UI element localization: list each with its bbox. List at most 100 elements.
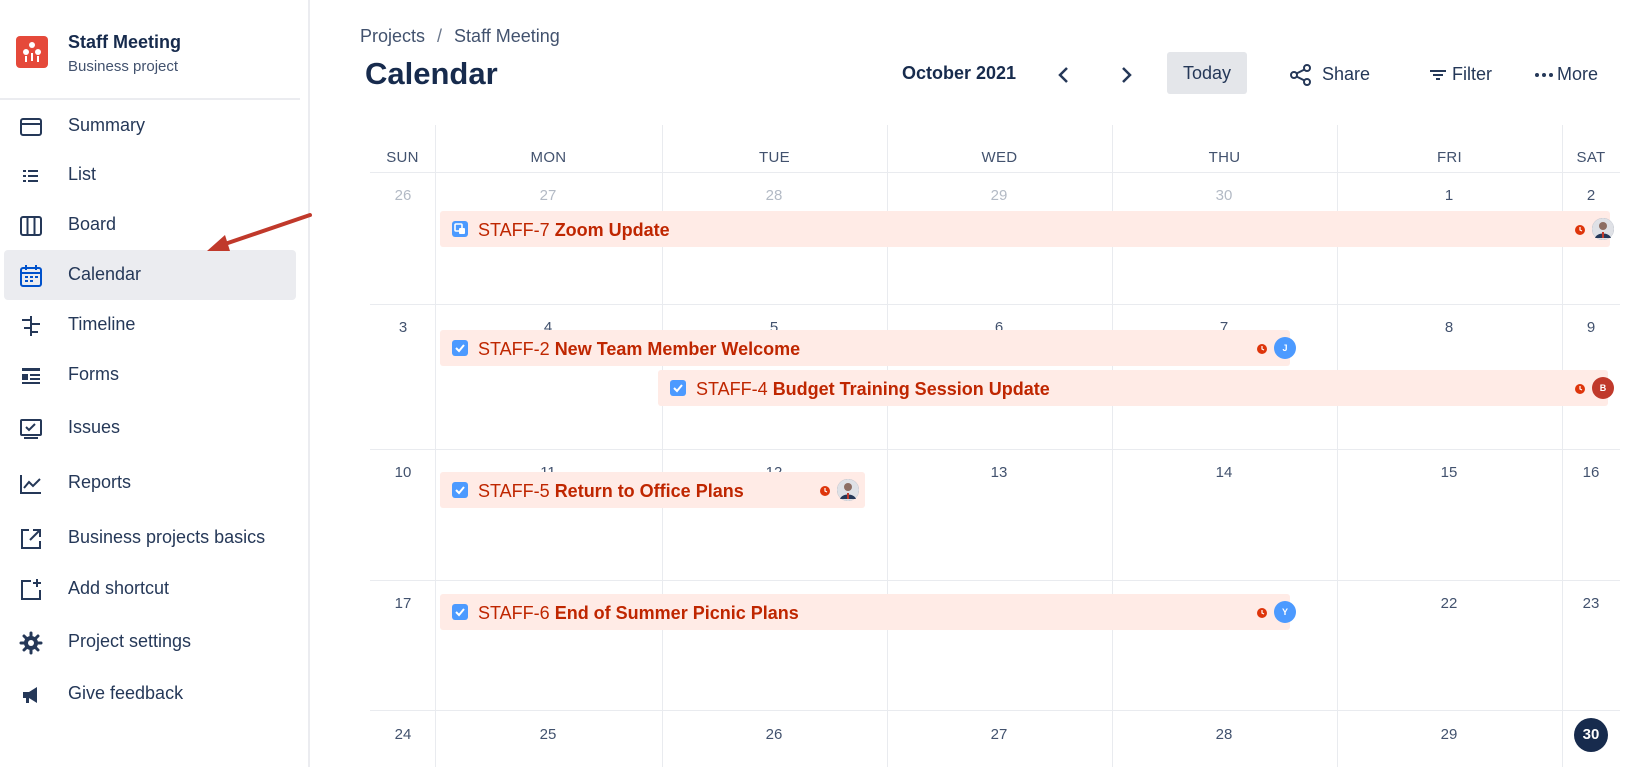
sidebar-item-label: Forms (68, 364, 119, 384)
breadcrumb-projects-link[interactable]: Projects (360, 26, 425, 46)
event-bar[interactable]: STAFF-7 Zoom Update (440, 211, 1614, 247)
sidebar-item-label: Board (68, 214, 117, 234)
sidebar-item-label: Issues (68, 417, 121, 437)
day-cell[interactable]: 28 (754, 187, 794, 204)
weekday-header: FRI (1436, 149, 1463, 166)
more-button[interactable]: More (1533, 58, 1613, 92)
day-cell[interactable]: 23 (1571, 595, 1611, 612)
sidebar-item-issues[interactable]: Issues (4, 403, 296, 453)
timeline-icon (22, 316, 40, 336)
project-avatar-icon (16, 36, 48, 68)
user-photo-icon (1592, 218, 1614, 240)
megaphone-icon (23, 687, 37, 703)
day-cell[interactable]: 29 (1429, 726, 1469, 743)
sidebar-item-list[interactable]: List (4, 150, 296, 200)
calendar-grid: SUN MON TUE WED THU FRI SAT 26 27 28 29 … (370, 125, 1620, 767)
breadcrumb-separator: / (437, 26, 443, 46)
clock-icon (820, 486, 830, 496)
day-cell[interactable]: 15 (1429, 464, 1469, 481)
filter-button[interactable]: Filter (1428, 58, 1508, 92)
board-icon (20, 216, 42, 236)
day-cell[interactable]: 29 (979, 187, 1019, 204)
event-title: Zoom Update (554, 220, 670, 240)
day-cell[interactable]: 27 (979, 726, 1019, 743)
today-button[interactable]: Today (1167, 52, 1247, 94)
weekday-header: WED (981, 149, 1018, 166)
sidebar-item-timeline[interactable]: Timeline (4, 300, 296, 350)
sidebar-item-label: Project settings (68, 631, 192, 651)
event-title: Budget Training Session Update (772, 379, 1050, 399)
day-cell[interactable]: 10 (383, 464, 423, 481)
day-cell[interactable]: 26 (754, 726, 794, 743)
sidebar-item-give-feedback[interactable]: Give feedback (4, 669, 296, 719)
page-title: Calendar (365, 56, 498, 91)
sidebar-item-label: Give feedback (68, 683, 184, 703)
sidebar-item-add-shortcut[interactable]: Add shortcut (4, 564, 296, 614)
breadcrumb-current-link[interactable]: Staff Meeting (454, 26, 560, 46)
next-month-button[interactable] (1108, 58, 1144, 92)
avatar: J (1274, 337, 1296, 359)
sidebar-item-reports[interactable]: Reports (4, 458, 296, 508)
external-link-icon (21, 529, 41, 549)
day-cell[interactable]: 14 (1204, 464, 1244, 481)
day-cell[interactable]: 24 (383, 726, 423, 743)
day-cell[interactable]: 3 (383, 319, 423, 336)
event-bar[interactable]: STAFF-2 New Team Member Welcome J (440, 330, 1296, 366)
day-cell[interactable]: 2 (1571, 187, 1611, 204)
day-cell[interactable]: 28 (1204, 726, 1244, 743)
share-label: Share (1322, 64, 1371, 84)
day-cell[interactable]: 26 (383, 187, 423, 204)
filter-label: Filter (1452, 64, 1492, 84)
story-icon (452, 221, 468, 237)
task-icon (452, 482, 468, 498)
event-title: Return to Office Plans (554, 481, 744, 501)
sidebar-item-business-projects-basics[interactable]: Business projects basics (4, 513, 296, 563)
event-key: STAFF-6 (478, 603, 550, 623)
event-bar[interactable]: STAFF-4 Budget Training Session Update B (658, 370, 1614, 406)
sidebar-item-label: Summary (68, 115, 146, 135)
sidebar-item-calendar[interactable]: Calendar (4, 250, 296, 300)
sidebar-item-label: Timeline (68, 314, 136, 334)
event-title: New Team Member Welcome (554, 339, 801, 359)
reports-icon (20, 475, 41, 494)
sidebar-item-label: Business projects basics (68, 527, 266, 547)
day-cell[interactable]: 25 (528, 726, 568, 743)
previous-month-button[interactable] (1046, 58, 1082, 92)
chevron-left-icon (1058, 67, 1068, 83)
day-cell[interactable]: 17 (383, 595, 423, 612)
sidebar-item-summary[interactable]: Summary (4, 101, 296, 151)
gear-icon (19, 631, 43, 655)
sidebar-item-label: Reports (68, 472, 132, 492)
today-day-cell[interactable]: 30 (1574, 718, 1608, 752)
avatar: Y (1274, 601, 1296, 623)
task-icon (670, 380, 686, 396)
day-cell[interactable]: 9 (1571, 319, 1611, 336)
clock-icon (1575, 225, 1585, 235)
day-cell[interactable]: 30 (1204, 187, 1244, 204)
calendar-icon (20, 265, 42, 287)
clock-icon (1257, 608, 1267, 618)
list-icon (23, 170, 38, 182)
share-button[interactable]: Share (1288, 58, 1378, 92)
event-bar[interactable]: STAFF-5 Return to Office Plans (440, 472, 865, 508)
clock-icon (1257, 344, 1267, 354)
breadcrumb: Projects / Staff Meeting (360, 26, 570, 47)
project-header[interactable]: Staff Meeting Business project (0, 0, 300, 100)
day-cell[interactable]: 27 (528, 187, 568, 204)
weekday-header: TUE (759, 149, 790, 166)
more-icon (1535, 73, 1553, 77)
event-label: STAFF-6 End of Summer Picnic Plans (478, 603, 799, 624)
sidebar-item-forms[interactable]: Forms (4, 350, 296, 400)
day-cell[interactable]: 1 (1429, 187, 1469, 204)
day-cell[interactable]: 16 (1571, 464, 1611, 481)
day-cell[interactable]: 8 (1429, 319, 1469, 336)
event-key: STAFF-7 (478, 220, 550, 240)
event-bar[interactable]: STAFF-6 End of Summer Picnic Plans Y (440, 594, 1296, 630)
month-label: October 2021 (902, 63, 1017, 83)
day-cell[interactable]: 13 (979, 464, 1019, 481)
add-shortcut-icon (21, 579, 41, 600)
task-icon (452, 340, 468, 356)
sidebar-item-project-settings[interactable]: Project settings (4, 617, 296, 667)
day-cell[interactable]: 22 (1429, 595, 1469, 612)
forms-icon (22, 368, 40, 384)
